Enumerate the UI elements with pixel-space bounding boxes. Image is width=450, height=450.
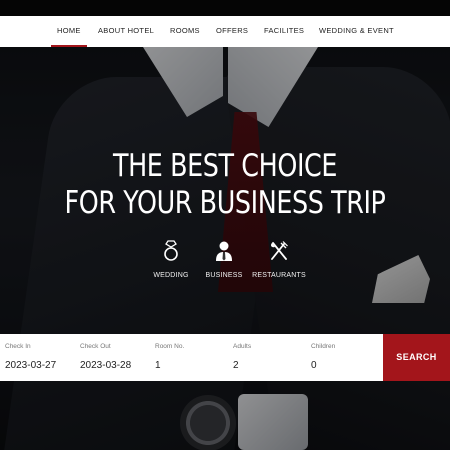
room-no-field[interactable]: Room No. 1 [155, 334, 225, 381]
nav-item-wedding-event[interactable]: WEDDING & EVENT [319, 16, 394, 47]
children-field[interactable]: Children 0 [311, 334, 381, 381]
check-in-value[interactable]: 2023-03-27 [5, 360, 56, 371]
main-navigation: HOME ABOUT HOTEL ROOMS OFFERS FACILITES … [0, 16, 450, 47]
check-in-field[interactable]: Check In 2023-03-27 [5, 334, 75, 381]
businessman-icon [216, 241, 232, 261]
feature-label: WEDDING [153, 272, 189, 279]
feature-wedding[interactable]: WEDDING [141, 240, 201, 279]
nav-item-offers[interactable]: OFFERS [216, 16, 248, 47]
nav-item-about-hotel[interactable]: ABOUT HOTEL [98, 16, 154, 47]
feature-label: RESTAURANTS [252, 272, 306, 279]
check-out-field[interactable]: Check Out 2023-03-28 [80, 334, 150, 381]
adults-value[interactable]: 2 [233, 360, 239, 371]
adults-field[interactable]: Adults 2 [233, 334, 303, 381]
nav-item-rooms[interactable]: ROOMS [170, 16, 200, 47]
hero-headline-line-1: THE BEST CHOICE [112, 148, 338, 184]
children-value[interactable]: 0 [311, 360, 317, 371]
nav-item-facilites[interactable]: FACILITES [264, 16, 304, 47]
room-no-label: Room No. [155, 343, 185, 350]
feature-restaurants[interactable]: RESTAURANTS [249, 240, 309, 279]
hero-headline-line-2: FOR YOUR BUSINESS TRIP [64, 185, 386, 221]
check-in-label: Check In [5, 343, 31, 350]
check-out-label: Check Out [80, 343, 111, 350]
ring-icon [164, 240, 178, 261]
feature-label: BUSINESS [205, 272, 243, 279]
adults-label: Adults [233, 343, 252, 350]
room-no-value[interactable]: 1 [155, 360, 161, 371]
fork-knife-icon [271, 241, 288, 260]
feature-business[interactable]: BUSINESS [194, 240, 254, 279]
check-out-value[interactable]: 2023-03-28 [80, 360, 131, 371]
children-label: Children [311, 343, 336, 350]
top-bar [0, 0, 450, 16]
search-button[interactable]: SEARCH [383, 334, 450, 381]
booking-form: Check In 2023-03-27 Check Out 2023-03-28… [0, 334, 383, 381]
nav-item-home[interactable]: HOME [51, 16, 87, 47]
